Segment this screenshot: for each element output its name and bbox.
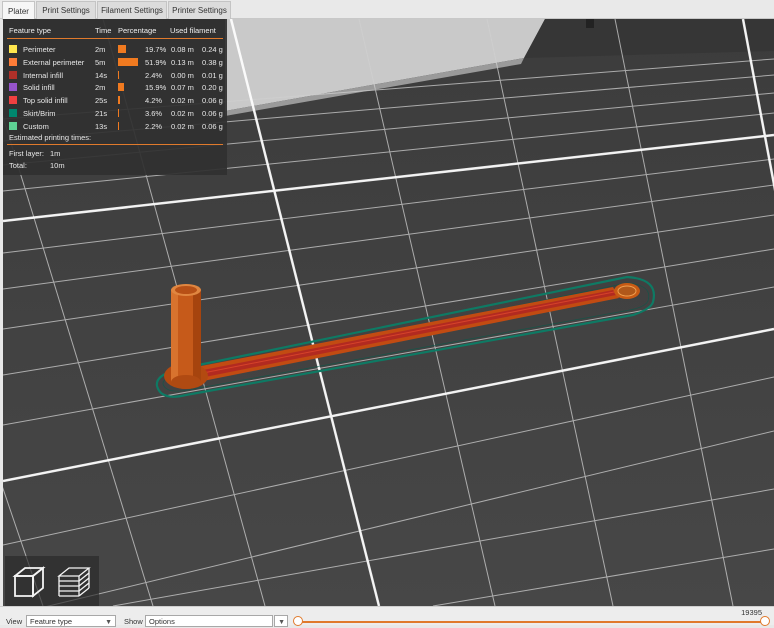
legend-row: Perimeter 2m 19.7% 0.08 m 0.24 g (3, 44, 227, 56)
legend-feature-name: Custom (23, 121, 49, 131)
view-type-select[interactable]: Feature type ▼ (26, 615, 116, 627)
legend-separator (7, 38, 223, 39)
tab-filament-settings[interactable]: Filament Settings (97, 1, 167, 19)
legend-header-time: Time (95, 26, 112, 35)
tab-label: Printer Settings (172, 6, 227, 15)
legend-row: Skirt/Brim 21s 3.6% 0.02 m 0.06 g (3, 108, 227, 120)
bottom-toolbar: View Feature type ▼ Show Options ▼ 19395 (0, 606, 774, 627)
color-swatch (9, 70, 17, 79)
legend-percent: 3.6% (145, 109, 163, 118)
legend-length: 0.07 m (171, 83, 194, 93)
legend-percent: 19.7% (145, 45, 167, 54)
legend-weight: 0.24 g (202, 45, 223, 54)
legend-time: 14s (95, 70, 108, 80)
view-toolbar (5, 556, 99, 606)
percentage-bar (118, 121, 119, 130)
horizontal-layer-slider[interactable] (298, 621, 768, 623)
3d-viewport[interactable]: Feature type Time Percentage Used filame… (3, 19, 774, 606)
legend-feature-name: External perimeter (23, 57, 85, 67)
legend-weight: 0.01 g (202, 70, 223, 80)
legend-panel: Feature type Time Percentage Used filame… (3, 19, 227, 175)
legend-feature-name: Top solid infill (23, 96, 68, 106)
percentage-bar (118, 70, 119, 79)
legend-header-feature: Feature type (9, 26, 52, 35)
legend-weight: 0.38 g (202, 57, 223, 67)
layers-icon[interactable] (55, 564, 93, 600)
layer-count: 19395 (741, 608, 762, 617)
tab-label: Filament Settings (101, 6, 163, 15)
first-layer-value: 1m (50, 149, 61, 158)
legend-time: 2m (95, 83, 106, 93)
legend-percent: 2.4% (145, 70, 163, 80)
legend-row: Internal infill 14s 2.4% 0.00 m 0.01 g (3, 70, 227, 82)
legend-time: 21s (95, 109, 108, 118)
legend-feature-name: Solid infill (23, 83, 55, 93)
legend-time: 2m (95, 45, 106, 54)
tab-print-settings[interactable]: Print Settings (36, 1, 96, 19)
tab-printer-settings[interactable]: Printer Settings (168, 1, 231, 19)
tab-plater[interactable]: Plater (2, 1, 35, 20)
legend-row: Custom 13s 2.2% 0.02 m 0.06 g (3, 121, 227, 133)
legend-length: 0.13 m (171, 57, 194, 67)
percentage-bar (118, 45, 126, 53)
color-swatch (9, 45, 17, 53)
total-value: 10m (50, 161, 65, 170)
color-swatch (9, 109, 17, 117)
legend-percent: 2.2% (145, 121, 163, 131)
color-swatch (9, 83, 17, 92)
legend-time: 25s (95, 96, 108, 106)
tab-label: Print Settings (42, 6, 90, 15)
color-swatch (9, 96, 17, 105)
legend-length: 0.02 m (171, 96, 194, 106)
tab-bar: Plater Print Settings Filament Settings … (0, 0, 774, 20)
percentage-bar (118, 96, 120, 105)
show-options-dropdown-button[interactable]: ▼ (274, 615, 288, 627)
legend-percent: 15.9% (145, 83, 167, 93)
legend-feature-name: Internal infill (23, 70, 64, 80)
total-label: Total: (9, 161, 27, 170)
legend-weight: 0.06 g (202, 109, 223, 118)
first-layer-label: First layer: (9, 149, 45, 158)
percentage-bar (118, 109, 120, 117)
tab-label: Plater (8, 6, 29, 16)
legend-feature-name: Skirt/Brim (23, 109, 56, 118)
legend-header-percentage: Percentage (118, 26, 157, 35)
chevron-down-icon: ▼ (278, 619, 285, 626)
legend-percent: 4.2% (145, 96, 163, 106)
chevron-down-icon: ▼ (105, 619, 112, 626)
percentage-bar (118, 83, 125, 92)
legend-length: 0.02 m (171, 121, 194, 131)
show-options-select[interactable]: Options (145, 615, 273, 627)
bed-corner-marker (586, 19, 594, 28)
legend-weight: 0.06 g (202, 121, 223, 131)
color-swatch (9, 121, 17, 130)
legend-length: 0.02 m (171, 109, 194, 118)
color-swatch (9, 57, 17, 66)
legend-separator (7, 144, 223, 145)
legend-row: External perimeter 5m 51.9% 0.13 m 0.38 g (3, 57, 227, 69)
legend-row: Top solid infill 25s 4.2% 0.02 m 0.06 g (3, 95, 227, 107)
estimated-times-title: Estimated printing times: (9, 133, 92, 142)
printed-cylinder (171, 284, 201, 389)
legend-time: 13s (95, 121, 108, 131)
legend-row: Solid infill 2m 15.9% 0.07 m 0.20 g (3, 82, 227, 94)
legend-header-filament: Used filament (170, 26, 216, 35)
legend-feature-name: Perimeter (23, 45, 56, 54)
iso-cube-icon[interactable] (11, 564, 47, 600)
percentage-bar (118, 57, 138, 66)
legend-time: 5m (95, 57, 106, 67)
legend-length: 0.08 m (171, 45, 194, 54)
legend-length: 0.00 m (171, 70, 194, 80)
legend-weight: 0.06 g (202, 96, 223, 106)
legend-percent: 51.9% (145, 57, 167, 67)
legend-weight: 0.20 g (202, 83, 223, 93)
